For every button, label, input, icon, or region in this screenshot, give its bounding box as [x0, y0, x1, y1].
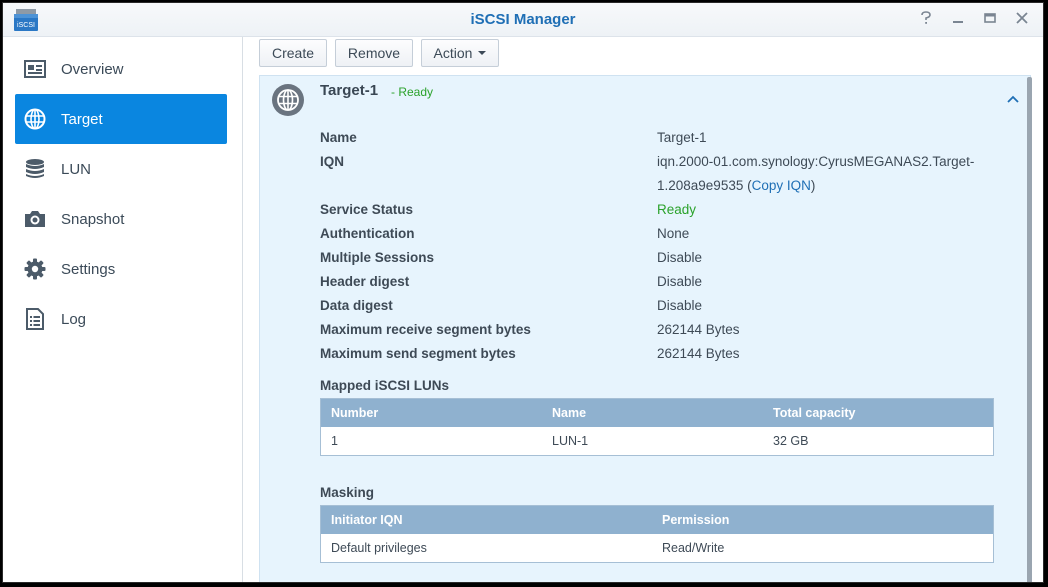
iqn-label: IQN	[320, 154, 345, 169]
vertical-scrollbar[interactable]	[1027, 77, 1032, 582]
camera-icon	[23, 207, 47, 231]
sidebar-item-label: Log	[61, 310, 87, 328]
minimize-icon[interactable]	[949, 11, 967, 29]
iqn-open-paren: (	[743, 178, 752, 193]
max-receive-label: Maximum receive segment bytes	[320, 322, 531, 337]
initiator-iqn-cell: Default privileges	[331, 541, 427, 555]
column-header-total-capacity[interactable]: Total capacity	[763, 406, 993, 420]
max-send-value: 262144 Bytes	[657, 346, 740, 361]
multiple-sessions-value: Disable	[657, 250, 703, 265]
gear-icon	[23, 257, 47, 281]
table-header: Initiator IQN Permission	[321, 506, 993, 534]
sidebar-item-overview[interactable]: Overview	[15, 44, 227, 94]
permission-cell: Read/Write	[662, 541, 725, 555]
log-icon	[23, 307, 47, 331]
data-digest-value: Disable	[657, 298, 703, 313]
table-row[interactable]: Default privileges Read/Write	[321, 534, 993, 562]
sidebar-item-target[interactable]: Target	[15, 94, 227, 144]
target-panel: Target-1 - Ready Name Target-1 IQN iqn.2…	[259, 75, 1031, 582]
lun-number-cell: 1	[331, 434, 338, 448]
multiple-sessions-label: Multiple Sessions	[320, 250, 435, 265]
sidebar-item-label: Overview	[61, 60, 124, 78]
data-digest-label: Data digest	[320, 298, 393, 313]
overview-icon	[23, 57, 47, 81]
mapped-luns-title: Mapped iSCSI LUNs	[320, 378, 450, 393]
create-button[interactable]: Create	[259, 39, 327, 67]
app-window: iSCSI iSCSI Manager Overview Target LUN …	[2, 2, 1044, 583]
max-receive-value: 262144 Bytes	[657, 322, 740, 337]
sidebar-item-label: Target	[61, 110, 103, 128]
header-digest-value: Disable	[657, 274, 703, 289]
sidebar-item-lun[interactable]: LUN	[15, 144, 227, 194]
iqn-close-paren: )	[810, 178, 816, 193]
action-button[interactable]: Action	[421, 39, 499, 67]
table-row[interactable]: 1 LUN-1 32 GB	[321, 427, 993, 455]
header-digest-label: Header digest	[320, 274, 410, 289]
max-send-label: Maximum send segment bytes	[320, 346, 516, 361]
column-header-name[interactable]: Name	[542, 406, 763, 420]
globe-icon	[23, 107, 47, 131]
authentication-label: Authentication	[320, 226, 415, 241]
remove-button[interactable]: Remove	[335, 39, 413, 67]
help-icon[interactable]	[917, 11, 935, 29]
lun-name-cell: LUN-1	[552, 434, 589, 448]
service-status-value: Ready	[657, 202, 697, 217]
title-bar: iSCSI iSCSI Manager	[3, 3, 1043, 37]
table-header: Number Name Total capacity	[321, 399, 993, 427]
copy-iqn-link[interactable]: Copy IQN	[752, 178, 811, 193]
sidebar-item-log[interactable]: Log	[15, 294, 227, 344]
sidebar-item-label: LUN	[61, 160, 92, 178]
name-value: Target-1	[657, 130, 707, 145]
iqn-line-2: 1.208a9e9535	[657, 178, 744, 193]
name-label: Name	[320, 130, 357, 145]
column-header-number[interactable]: Number	[321, 406, 542, 420]
close-icon[interactable]	[1013, 11, 1031, 29]
action-button-label: Action	[433, 45, 473, 61]
globe-icon	[272, 84, 304, 116]
main-content: Create Remove Action Target-1 - Ready Na…	[243, 37, 1043, 582]
window-title: iSCSI Manager	[470, 11, 576, 28]
iqn-line-1: iqn.2000-01.com.synology:CyrusMEGANAS2.T…	[657, 154, 975, 169]
sidebar: Overview Target LUN Snapshot Settings Lo…	[3, 37, 243, 582]
sidebar-item-label: Snapshot	[61, 210, 125, 228]
authentication-value: None	[657, 226, 690, 241]
lun-capacity-cell: 32 GB	[773, 434, 809, 448]
target-status: - Ready	[391, 85, 434, 99]
masking-table: Initiator IQN Permission Default privile…	[320, 505, 994, 563]
sidebar-item-snapshot[interactable]: Snapshot	[15, 194, 227, 244]
sidebar-item-settings[interactable]: Settings	[15, 244, 227, 294]
mapped-luns-table: Number Name Total capacity 1 LUN-1 32 GB	[320, 398, 994, 456]
column-header-permission[interactable]: Permission	[652, 513, 993, 527]
sidebar-item-label: Settings	[61, 260, 116, 278]
column-header-initiator-iqn[interactable]: Initiator IQN	[321, 513, 652, 527]
target-name: Target-1	[320, 82, 379, 99]
chevron-down-icon	[478, 51, 487, 55]
iqn-value: iqn.2000-01.com.synology:CyrusMEGANAS2.T…	[657, 150, 997, 198]
database-icon	[23, 157, 47, 181]
masking-title: Masking	[320, 485, 375, 500]
maximize-icon[interactable]	[981, 11, 999, 29]
service-status-label: Service Status	[320, 202, 414, 217]
chevron-up-icon[interactable]	[1006, 94, 1020, 104]
